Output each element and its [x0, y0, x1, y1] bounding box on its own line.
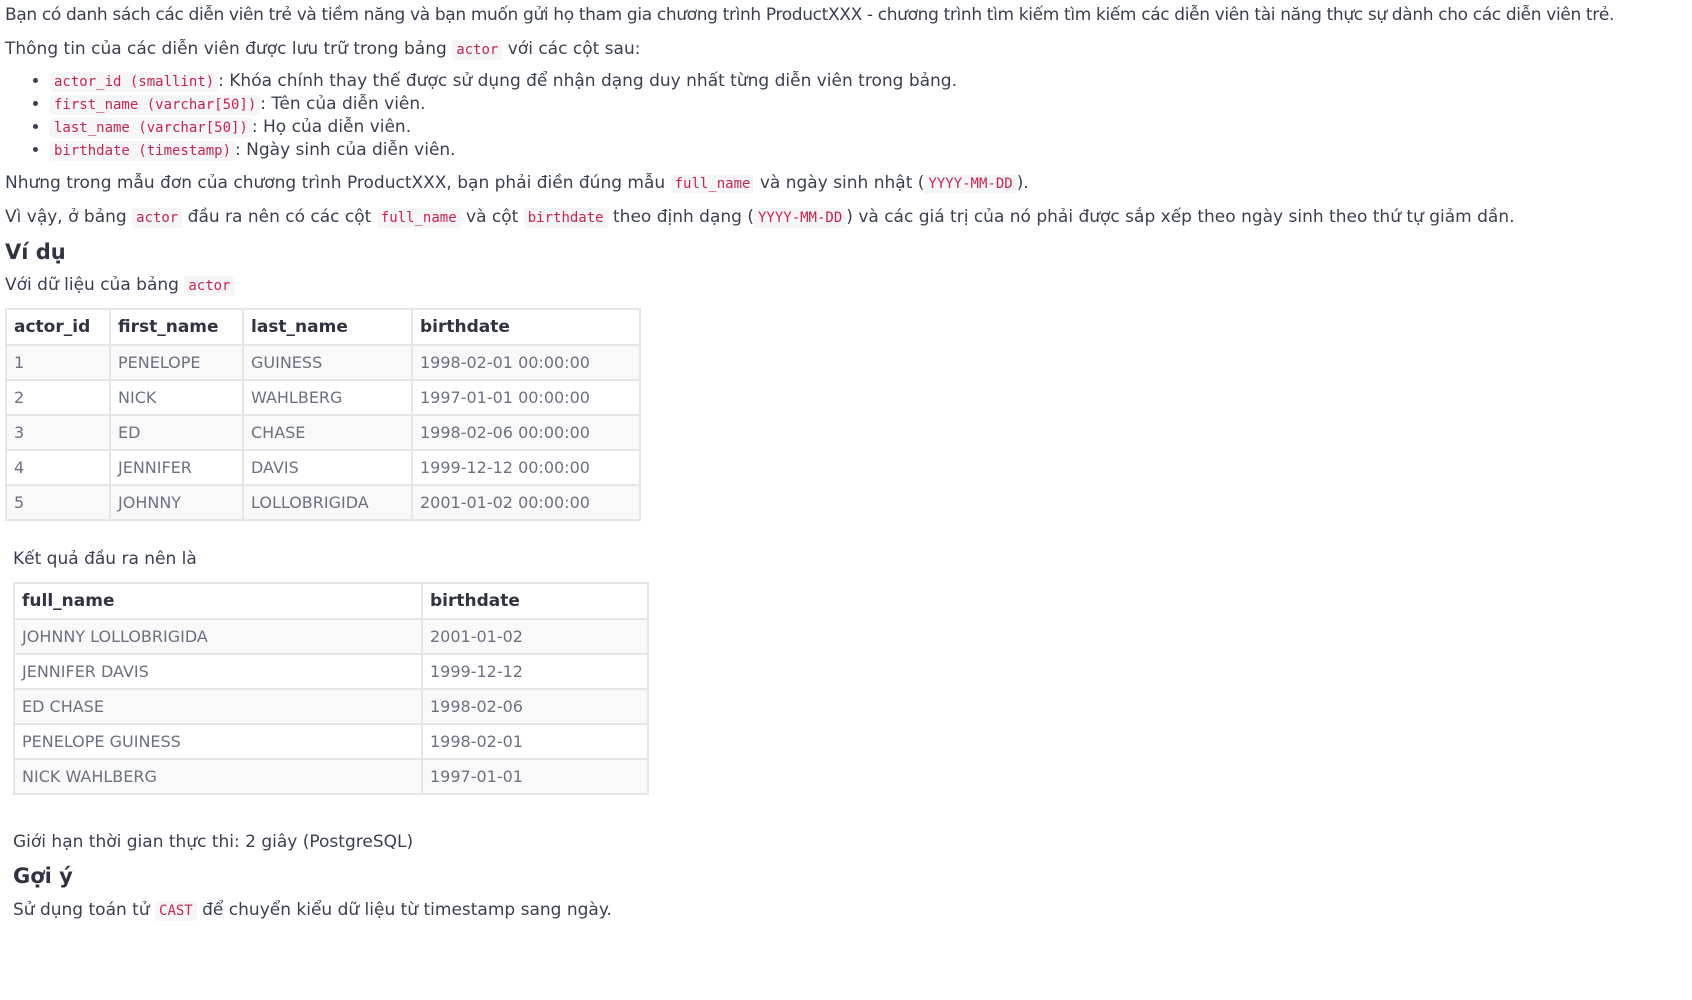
column-desc: : Họ của diễn viên.	[251, 117, 412, 137]
table-description-suffix: với các cột sau:	[507, 39, 641, 59]
format-paragraph: Nhưng trong mẫu đơn của chương trình Pro…	[5, 172, 1029, 195]
actor-table: actor_id first_name last_name birthdate …	[5, 308, 641, 521]
column-desc: : Tên của diễn viên.	[260, 94, 426, 114]
table-cell: 1999-12-12	[421, 653, 649, 690]
table-row: JENNIFER DAVIS 1999-12-12	[13, 653, 649, 690]
table-cell: 1998-02-01	[421, 723, 649, 760]
table-row: 4 JENNIFER DAVIS 1999-12-12 00:00:00	[5, 449, 641, 486]
column-item: first_name (varchar[50]): Tên của diễn v…	[50, 93, 957, 116]
table-cell: JENNIFER DAVIS	[13, 653, 423, 690]
table-cell: WAHLBERG	[242, 379, 413, 416]
full-name-code: full_name	[670, 174, 755, 194]
table-header-row: actor_id first_name last_name birthdate	[5, 308, 641, 346]
example-intro: Với dữ liệu của bảng actor	[5, 274, 235, 297]
birthdate-code: birthdate	[523, 208, 608, 228]
time-limit: Giới hạn thời gian thực thi: 2 giây (Pos…	[13, 832, 414, 852]
column-code: first_name (varchar[50])	[50, 95, 261, 115]
table-cell: GUINESS	[242, 344, 413, 381]
column-code: last_name (varchar[50])	[50, 118, 252, 138]
example-intro-text: Với dữ liệu của bảng	[5, 275, 179, 295]
table-row: PENELOPE GUINESS 1998-02-01	[13, 723, 649, 760]
table-cell: 3	[5, 414, 111, 451]
req-text: đầu ra nên có các cột	[187, 207, 372, 227]
table-cell: 1998-02-01 00:00:00	[411, 344, 641, 381]
req-text: ) và các giá trị của nó phải được sắp xế…	[846, 207, 1515, 227]
table-header-row: full_name birthdate	[13, 582, 649, 620]
table-cell: JOHNNY LOLLOBRIGIDA	[13, 618, 423, 655]
table-cell: CHASE	[242, 414, 413, 451]
table-cell: JENNIFER	[109, 449, 244, 486]
table-cell: 2001-01-02	[421, 618, 649, 655]
header-cell: last_name	[242, 308, 413, 346]
req-text: và cột	[466, 207, 519, 227]
table-cell: 4	[5, 449, 111, 486]
format-text-end: ).	[1016, 173, 1029, 193]
table-cell: NICK	[109, 379, 244, 416]
example-heading: Ví dụ	[5, 240, 66, 264]
table-cell: 1997-01-01 00:00:00	[411, 379, 641, 416]
table-cell: 5	[5, 484, 111, 521]
column-desc: : Khóa chính thay thế được sử dụng để nh…	[218, 71, 957, 91]
table-description: Thông tin của các diễn viên được lưu trữ…	[5, 38, 640, 61]
table-cell: 2	[5, 379, 111, 416]
format-text: Nhưng trong mẫu đơn của chương trình Pro…	[5, 173, 666, 193]
table-cell: 1998-02-06	[421, 688, 649, 725]
table-description-text: Thông tin của các diễn viên được lưu trữ…	[5, 39, 447, 59]
table-cell: 1999-12-12 00:00:00	[411, 449, 641, 486]
actor-code: actor	[132, 208, 183, 228]
full-name-code: full_name	[376, 208, 461, 228]
header-cell: full_name	[13, 582, 423, 620]
req-text: Vì vậy, ở bảng	[5, 207, 127, 227]
table-cell: ED CHASE	[13, 688, 423, 725]
actor-code: actor	[184, 276, 235, 296]
table-name-code: actor	[452, 40, 503, 60]
column-desc: : Ngày sinh của diễn viên.	[235, 140, 456, 160]
table-cell: 1998-02-06 00:00:00	[411, 414, 641, 451]
table-cell: NICK WAHLBERG	[13, 758, 423, 795]
date-format-code: YYYY-MM-DD	[924, 174, 1017, 194]
header-cell: actor_id	[5, 308, 111, 346]
header-cell: birthdate	[421, 582, 649, 620]
hint-text-post: để chuyển kiểu dữ liệu từ timestamp sang…	[202, 900, 612, 920]
table-row: ED CHASE 1998-02-06	[13, 688, 649, 725]
table-row: 5 JOHNNY LOLLOBRIGIDA 2001-01-02 00:00:0…	[5, 484, 641, 521]
cast-code: CAST	[155, 901, 197, 921]
table-cell: 1997-01-01	[421, 758, 649, 795]
table-cell: ED	[109, 414, 244, 451]
hint-text-pre: Sử dụng toán tử	[13, 900, 150, 920]
table-cell: PENELOPE	[109, 344, 244, 381]
result-intro: Kết quả đầu ra nên là	[13, 549, 197, 569]
header-cell: first_name	[109, 308, 244, 346]
intro-paragraph: Bạn có danh sách các diễn viên trẻ và ti…	[5, 5, 1615, 25]
hint-heading: Gợi ý	[13, 864, 73, 888]
table-cell: 1	[5, 344, 111, 381]
result-table: full_name birthdate JOHNNY LOLLOBRIGIDA …	[13, 582, 649, 795]
table-row: NICK WAHLBERG 1997-01-01	[13, 758, 649, 795]
table-row: JOHNNY LOLLOBRIGIDA 2001-01-02	[13, 618, 649, 655]
table-cell: PENELOPE GUINESS	[13, 723, 423, 760]
req-text: theo định dạng (	[613, 207, 754, 227]
output-requirement: Vì vậy, ở bảng actor đầu ra nên có các c…	[5, 206, 1515, 229]
format-text-mid: và ngày sinh nhật (	[759, 173, 925, 193]
column-code: actor_id (smallint)	[50, 72, 219, 92]
table-cell: 2001-01-02 00:00:00	[411, 484, 641, 521]
table-row: 2 NICK WAHLBERG 1997-01-01 00:00:00	[5, 379, 641, 416]
header-cell: birthdate	[411, 308, 641, 346]
table-cell: JOHNNY	[109, 484, 244, 521]
table-cell: LOLLOBRIGIDA	[242, 484, 413, 521]
column-item: birthdate (timestamp): Ngày sinh của diễ…	[50, 139, 957, 162]
table-row: 3 ED CHASE 1998-02-06 00:00:00	[5, 414, 641, 451]
table-cell: DAVIS	[242, 449, 413, 486]
column-item: actor_id (smallint): Khóa chính thay thế…	[50, 70, 957, 93]
hint-text: Sử dụng toán tử CAST để chuyển kiểu dữ l…	[13, 899, 612, 922]
column-code: birthdate (timestamp)	[50, 141, 236, 161]
table-row: 1 PENELOPE GUINESS 1998-02-01 00:00:00	[5, 344, 641, 381]
column-list: actor_id (smallint): Khóa chính thay thế…	[5, 70, 957, 162]
date-format-code: YYYY-MM-DD	[753, 208, 847, 228]
column-item: last_name (varchar[50]): Họ của diễn viê…	[50, 116, 957, 139]
